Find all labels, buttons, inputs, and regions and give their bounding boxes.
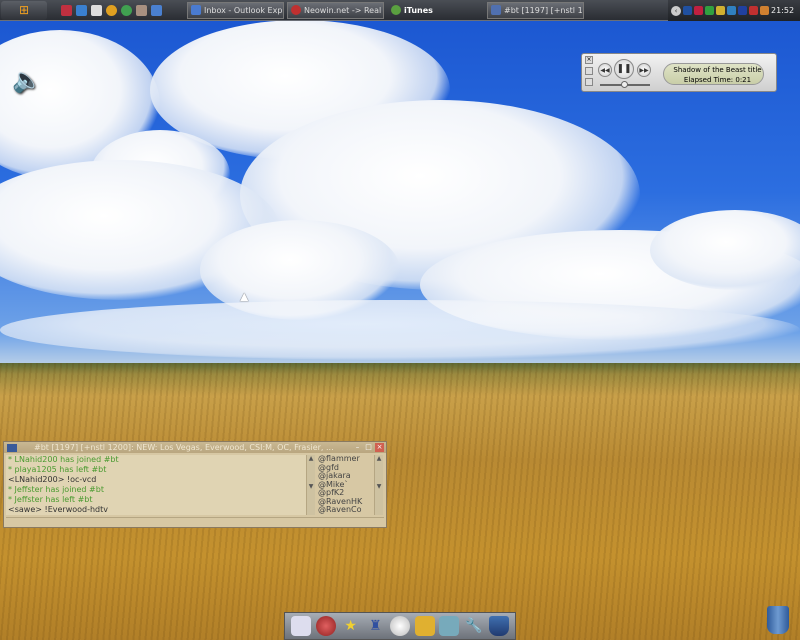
message-log: * LNahid200 has joined #bt * playa1205 h… <box>6 455 306 515</box>
message-line: * playa1205 has left #bt <box>8 465 107 474</box>
book-icon[interactable] <box>414 616 435 636</box>
task-neowin[interactable]: Neowin.net -> Real ... <box>287 1 384 19</box>
film-reel-icon[interactable] <box>389 616 410 636</box>
clock[interactable]: 21:52 <box>771 6 794 15</box>
message-line: * Jeffster has left #bt <box>8 495 93 504</box>
volume-knob[interactable] <box>621 81 628 88</box>
track-title: Shadow of the Beast title <box>673 66 762 74</box>
minimize-button[interactable]: – <box>353 443 362 452</box>
zoom-icon[interactable] <box>585 67 593 75</box>
close-button[interactable]: × <box>375 443 384 452</box>
dock: ★ ♜ 🔧 <box>284 612 516 640</box>
irc-chat-window: #bt [1197] [+nstl 1200]: NEW: Los Vegas,… <box>3 441 387 528</box>
track-display[interactable]: Shadow of the Beast title Elapsed Time: … <box>663 63 764 85</box>
window-title: #bt [1197] [+nstl 1200]: NEW: Los Vegas,… <box>4 442 386 453</box>
tray-icon[interactable] <box>694 6 703 15</box>
message-line: * Jeffster has joined #bt <box>8 485 104 494</box>
start-button[interactable]: ⊞ <box>1 0 47 20</box>
speaker-desktop-icon[interactable]: 🔈 <box>12 66 42 98</box>
tools-icon[interactable]: 🔧 <box>464 616 484 636</box>
nick-item[interactable]: @RavenCo <box>318 505 374 515</box>
windows-logo-icon: ⊞ <box>18 3 30 17</box>
close-icon[interactable]: × <box>585 56 593 64</box>
system-tray: ‹ 21:52 <box>668 0 800 21</box>
hand-icon[interactable] <box>136 4 147 16</box>
next-button[interactable]: ▶▶ <box>637 63 651 77</box>
mail-icon[interactable] <box>439 616 460 636</box>
trash-icon[interactable] <box>488 616 509 636</box>
ie-icon[interactable] <box>76 4 87 16</box>
message-line: * LNahid200 has joined #bt <box>8 455 119 464</box>
message-scrollbar[interactable]: ▲ ▼ <box>306 455 315 515</box>
channel-icon <box>7 444 17 452</box>
chevron-left-icon[interactable]: ‹ <box>671 5 681 16</box>
refresh-icon[interactable] <box>121 4 132 16</box>
media-icon[interactable] <box>91 4 102 16</box>
minimize-icon[interactable] <box>585 78 593 86</box>
message-line: <LNahid200> !oc-vcd <box>8 475 97 484</box>
task-irc[interactable]: #bt [1197] [+nstl 120... <box>487 1 584 19</box>
taskbar: ⊞ Inbox - Outlook Expre... Neowin.net ->… <box>0 0 800 21</box>
tray-icon[interactable] <box>683 6 692 15</box>
irc-icon <box>491 5 501 15</box>
chat-input[interactable] <box>6 517 384 526</box>
tray-icon[interactable] <box>738 6 747 15</box>
tray-icon[interactable] <box>727 6 736 15</box>
opera-icon <box>291 5 301 15</box>
star-icon[interactable]: ★ <box>341 616 361 636</box>
task-itunes[interactable]: iTunes <box>387 2 484 19</box>
task-outlook[interactable]: Inbox - Outlook Expre... <box>187 1 284 19</box>
quick-launch <box>61 4 162 16</box>
nick-list: @flammer @gfd @jakara @Mike` @pfK2 @Rave… <box>316 454 374 516</box>
chrome-icon[interactable] <box>106 4 117 16</box>
itunes-icon <box>391 5 401 15</box>
tray-icon[interactable] <box>705 6 714 15</box>
joystick-icon[interactable]: ♜ <box>365 616 385 636</box>
app-icon[interactable] <box>61 4 72 16</box>
outlook-icon <box>191 5 201 15</box>
volume-slider[interactable] <box>600 81 650 88</box>
maximize-button[interactable]: □ <box>364 443 373 452</box>
app-icon[interactable] <box>151 4 162 16</box>
previous-button[interactable]: ◀◀ <box>598 63 612 77</box>
finder-icon[interactable] <box>291 616 312 636</box>
network-icon[interactable] <box>760 6 769 15</box>
message-line: <sawe> !Everwood-hdtv <box>8 505 109 514</box>
record-icon[interactable] <box>315 616 336 636</box>
pause-button[interactable]: ❚❚ <box>614 59 634 79</box>
itunes-mini-player: × ◀◀ ❚❚ ▶▶ Shadow of the Beast title Ela… <box>581 53 777 92</box>
recycle-bin-icon[interactable] <box>767 606 789 634</box>
mouse-cursor-icon: ▲ <box>240 290 249 303</box>
elapsed-time: Elapsed Time: 0:21 <box>683 76 752 84</box>
ati-icon[interactable] <box>749 6 758 15</box>
tray-icon[interactable] <box>716 6 725 15</box>
nick-scrollbar[interactable]: ▲ ▼ <box>374 455 383 515</box>
